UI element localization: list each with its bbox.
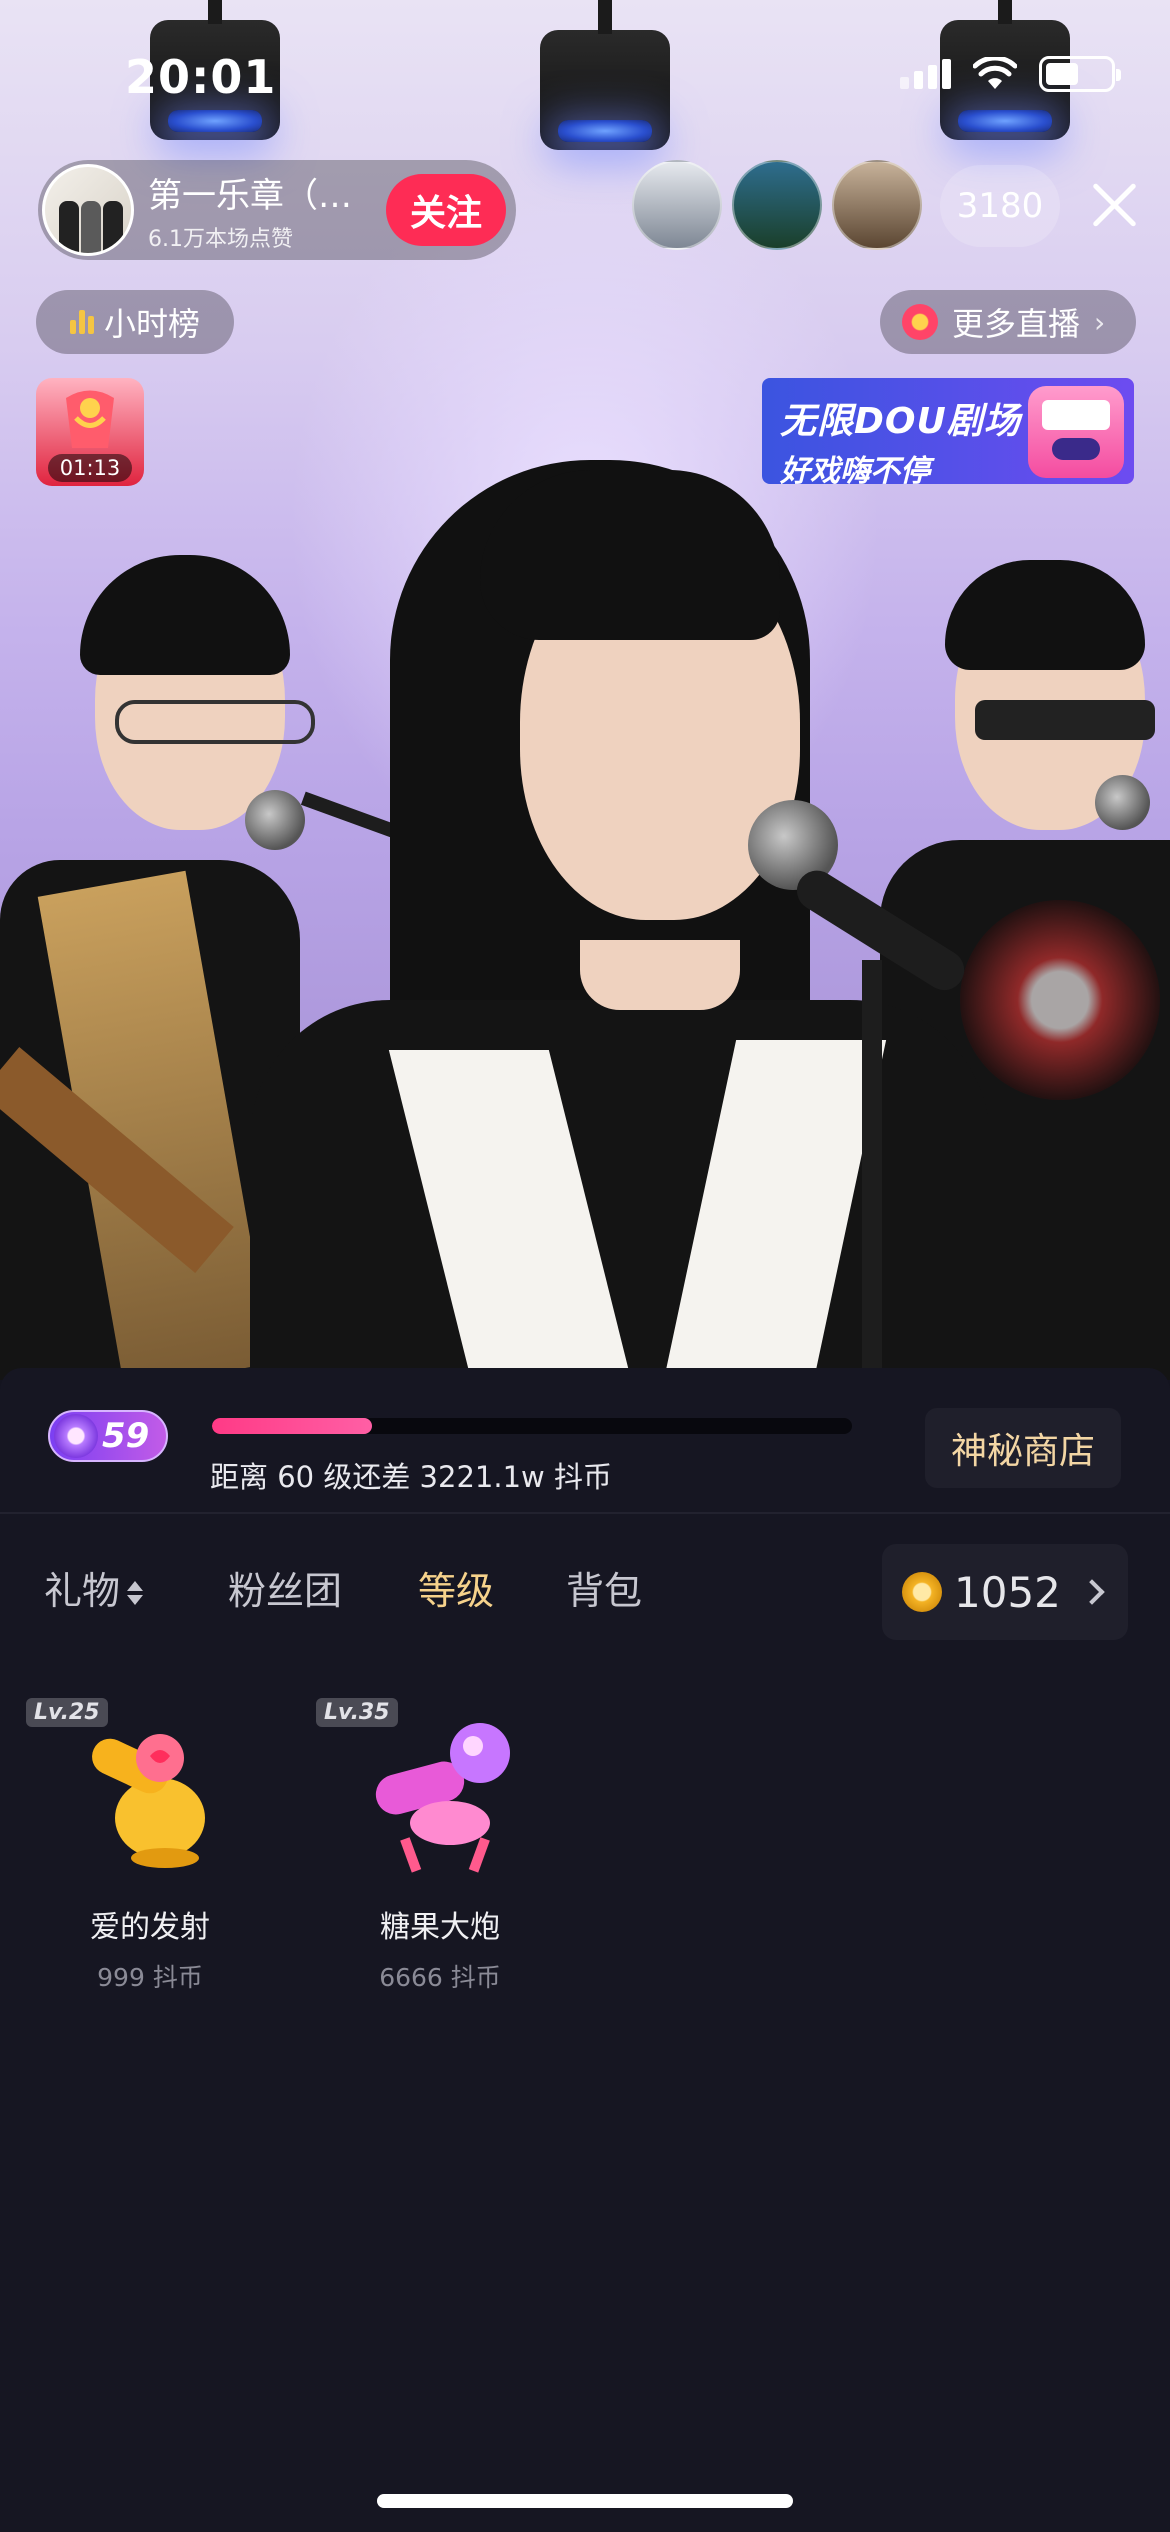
chevron-right-icon: › <box>1094 305 1106 339</box>
level-row: 59 距离 60 级还差 3221.1w 抖币 神秘商店 <box>0 1368 1170 1514</box>
gift-item[interactable]: Lv.25 爱的发射 999 抖币 <box>26 1698 260 1994</box>
level-progress-fill <box>212 1418 372 1434</box>
level-progress-text: 距离 60 级还差 3221.1w 抖币 <box>210 1460 612 1494</box>
level-number: 59 <box>102 1416 150 1456</box>
rank-bars-icon <box>69 310 94 334</box>
coin-icon <box>902 1572 942 1612</box>
gift-timer: 01:13 <box>48 454 132 482</box>
stage-light <box>540 0 670 150</box>
host-likes: 6.1万本场点赞 <box>148 226 293 252</box>
candy-cannon-icon <box>355 1708 525 1878</box>
gift-name: 糖果大炮 <box>380 1910 500 1945</box>
promo-banner[interactable]: 无限DOU剧场 好戏嗨不停 <box>762 378 1134 489</box>
mystery-shop-button[interactable]: 神秘商店 <box>925 1408 1121 1488</box>
balance-button[interactable]: 1052 <box>882 1544 1128 1640</box>
host-name: 第一乐章（… <box>148 175 352 216</box>
battery-icon <box>1039 56 1121 92</box>
tab-level[interactable]: 等级 <box>418 1560 494 1615</box>
host-avatar[interactable] <box>42 164 134 256</box>
tab-backpack[interactable]: 背包 <box>566 1560 642 1615</box>
viewer-avatar[interactable] <box>632 160 722 250</box>
level-progress-bar <box>212 1418 852 1434</box>
chevron-right-icon <box>1079 1579 1105 1605</box>
status-time: 20:01 <box>125 50 277 104</box>
follow-button[interactable]: 关注 <box>386 174 506 246</box>
host-info[interactable]: 第一乐章（… 6.1万本场点赞 关注 <box>38 160 516 260</box>
gift-name: 爱的发射 <box>90 1910 210 1945</box>
viewer-avatar[interactable] <box>832 160 922 250</box>
signal-icon <box>900 59 951 89</box>
mascot-icon <box>1028 386 1124 478</box>
close-icon[interactable] <box>1090 180 1140 230</box>
top-viewers <box>632 160 922 250</box>
mic-stand <box>862 960 882 1380</box>
more-live-button[interactable]: 更多直播 › <box>880 290 1136 354</box>
tab-fan-club[interactable]: 粉丝团 <box>228 1560 342 1615</box>
hour-rank-button[interactable]: 小时榜 <box>36 290 234 354</box>
love-launcher-icon <box>65 1708 235 1878</box>
gift-item[interactable]: Lv.35 糖果大炮 6666 抖币 <box>316 1698 550 1994</box>
balance-value: 1052 <box>954 1567 1061 1617</box>
microphone <box>1095 775 1150 830</box>
level-star-icon <box>54 1414 98 1458</box>
more-live-label: 更多直播 <box>952 305 1081 343</box>
home-indicator[interactable] <box>377 2494 793 2508</box>
red-packet[interactable]: 01:13 <box>36 378 144 486</box>
hour-rank-label: 小时榜 <box>103 305 200 343</box>
gift-price: 999 抖币 <box>97 1963 203 1992</box>
tab-gifts-label: 礼物 <box>44 1569 121 1613</box>
viewer-avatar[interactable] <box>732 160 822 250</box>
status-icons <box>900 56 1121 92</box>
wifi-icon <box>973 57 1017 89</box>
live-dot-icon <box>902 304 938 340</box>
viewer-count[interactable]: 3180 <box>940 165 1060 247</box>
gift-price: 6666 抖币 <box>379 1963 501 1992</box>
sort-arrows-icon <box>126 1579 144 1609</box>
level-badge[interactable]: 59 <box>48 1410 168 1462</box>
gift-panel: 59 距离 60 级还差 3221.1w 抖币 神秘商店 礼物 粉丝团 等级 背… <box>0 1368 1170 2532</box>
microphone <box>245 790 305 850</box>
tab-gifts[interactable]: 礼物 <box>44 1560 144 1615</box>
